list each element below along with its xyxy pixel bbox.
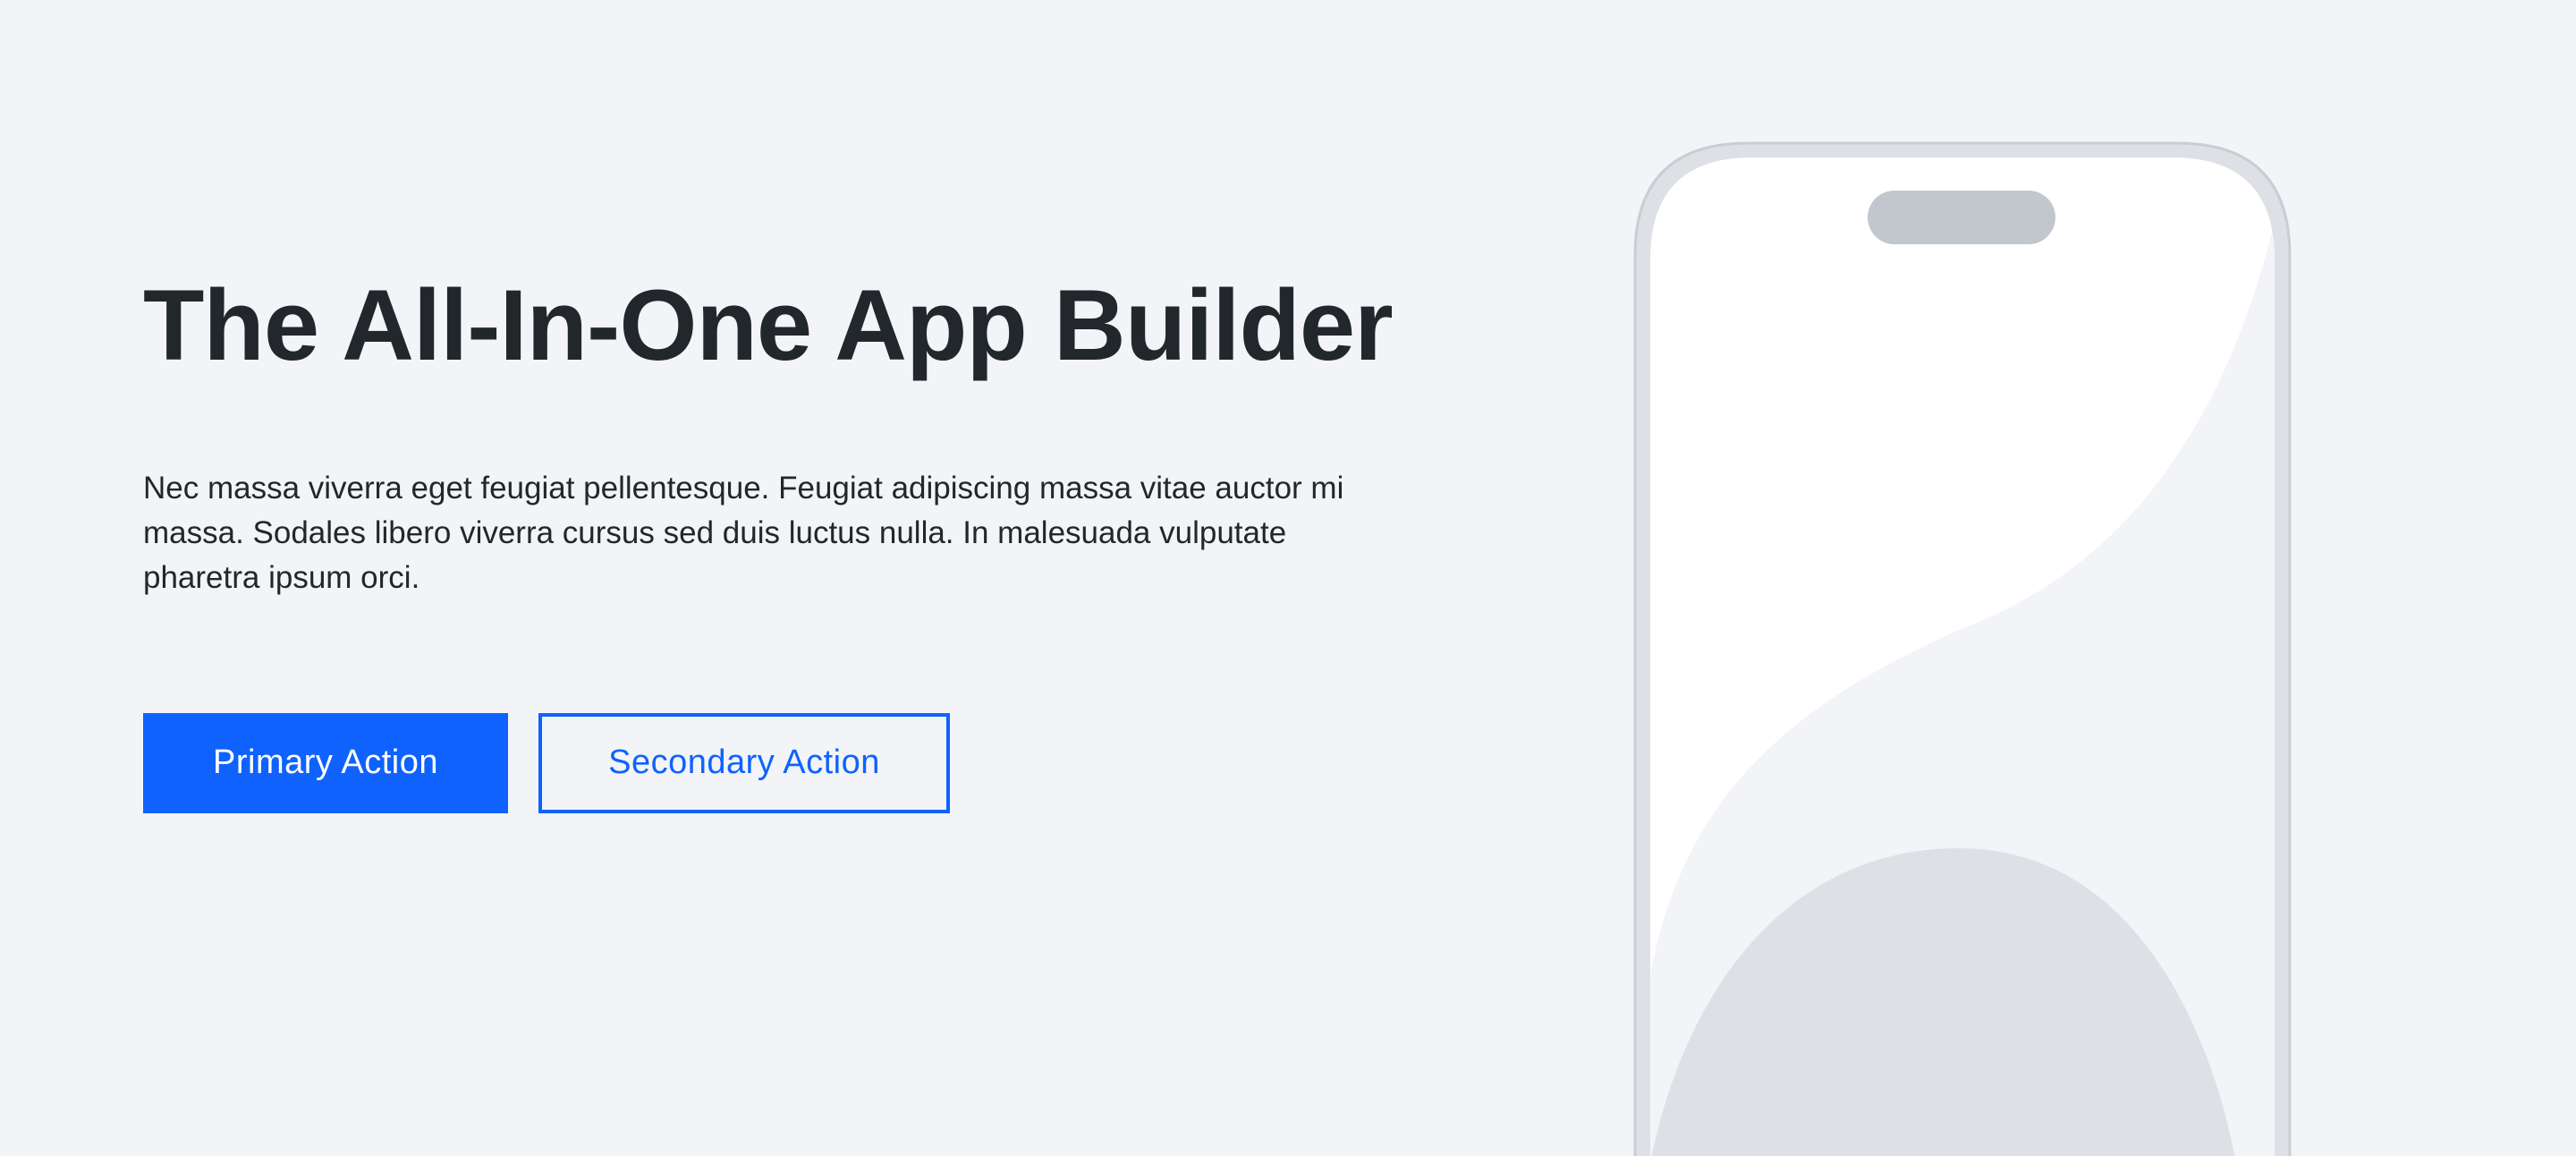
phone-screen (1650, 157, 2275, 1156)
phone-mockup-illustration (1633, 141, 2292, 1156)
phone-notch (1868, 191, 2055, 244)
hero-section: The All-In-One App Builder Nec massa viv… (0, 0, 2576, 1156)
